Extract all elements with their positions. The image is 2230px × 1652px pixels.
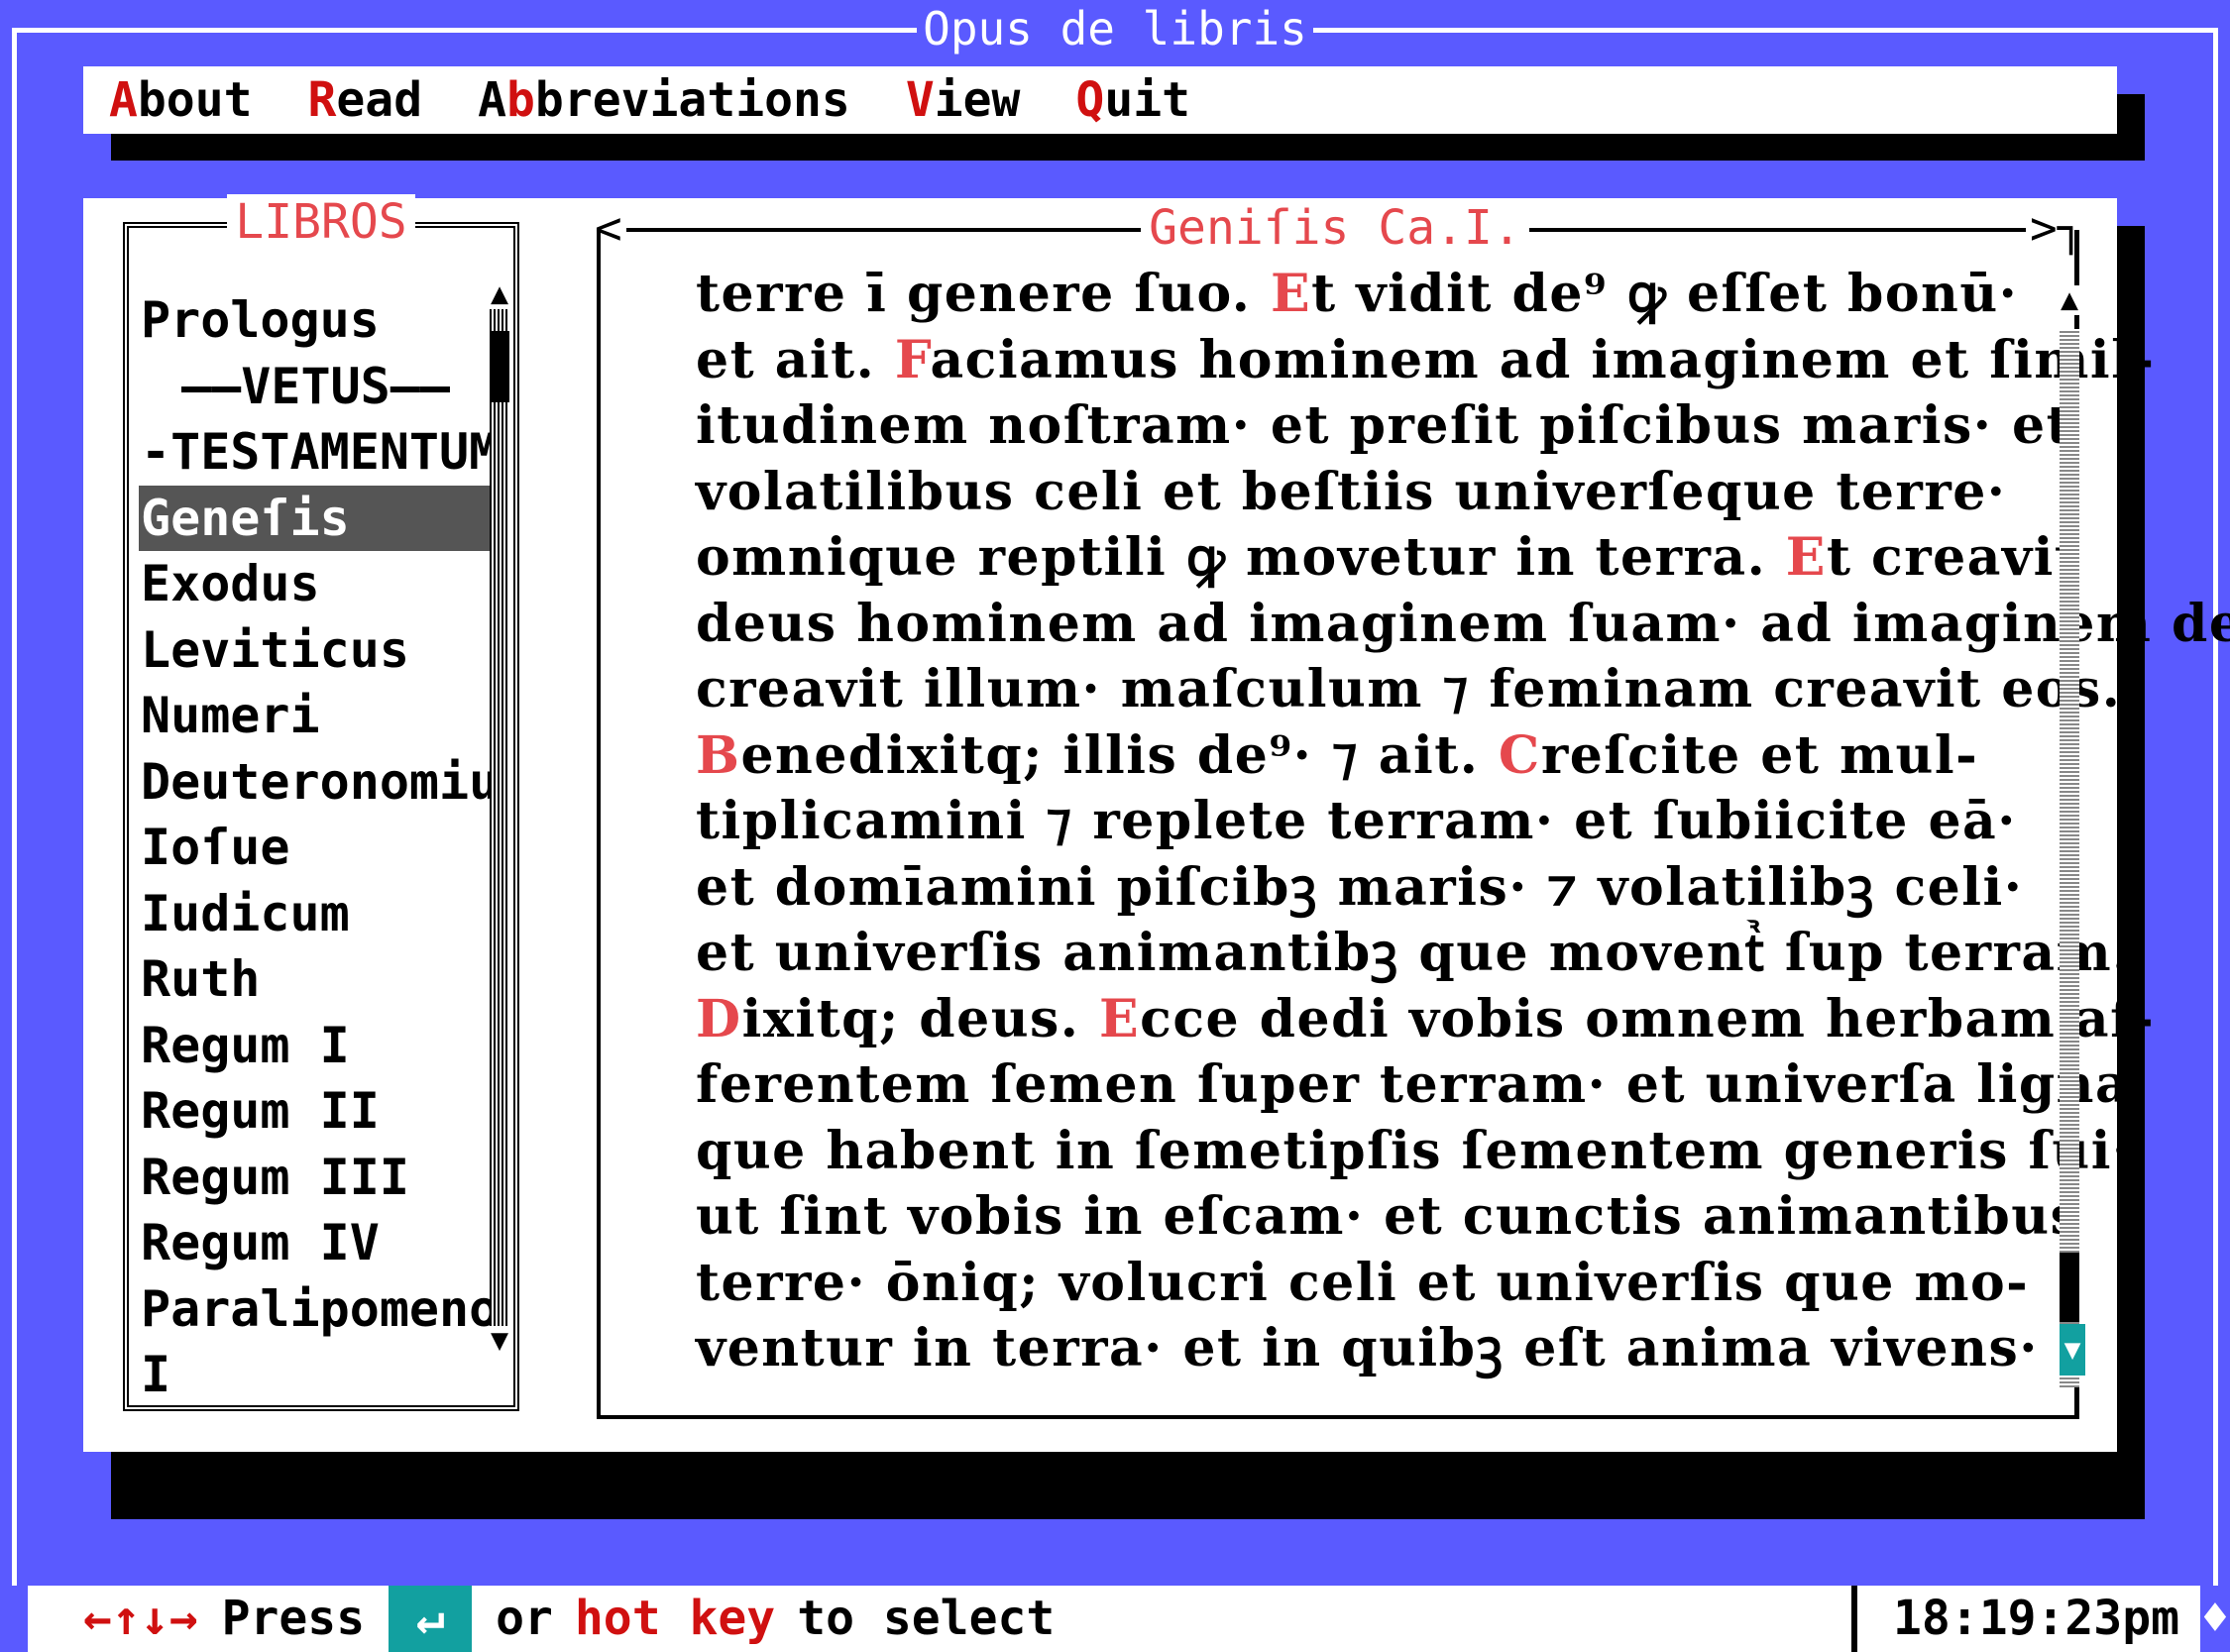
app-title: Opus de libris (0, 0, 2230, 57)
text-line: volatilibus celi et beſtiis univerſeque … (696, 461, 2007, 522)
text-line: et univerſis animantibꝫ que moventᷣ ſup … (696, 923, 2132, 983)
menu-item-3[interactable]: View (880, 72, 1021, 128)
text-line: terre· ōniq; volucri celi et univerſis q… (696, 1252, 2030, 1313)
text-line: ventur in terra· et in quibꝫ eſt anima v… (696, 1318, 2039, 1378)
scroll-down-arrow-icon[interactable]: ▼ (488, 1326, 511, 1356)
text-line: Benedixitq; illis de⁹· ⁊ ait. Creſcite e… (696, 724, 1979, 786)
text-line: itudinem noſtram· et preſit piſcibus mar… (696, 395, 2072, 456)
book-item[interactable]: Deuteronomium (139, 749, 491, 816)
books-scrollbar[interactable]: ▲ ▼ (488, 279, 511, 1356)
menu-item-2[interactable]: Abbreviations (452, 72, 850, 128)
menu-bar: About Read Abbreviations View Quit (83, 66, 2117, 134)
scroll-up-arrow-icon[interactable]: ▲ (488, 279, 511, 309)
menu-item-0[interactable]: About (83, 72, 253, 128)
book-item[interactable]: Prologus (139, 287, 491, 354)
chapter-text: terre ī genere ſuo. Et vidit de⁹ ꝙ eſſet… (696, 262, 2230, 1382)
books-panel-title: LIBROS (129, 194, 513, 250)
outer-border-right (2213, 28, 2218, 1586)
main-panel: LIBROS Prologus ——VETUS—— -TESTAMENTUM- Gen… (83, 194, 2230, 1452)
book-item[interactable]: Iudicum (139, 881, 491, 947)
text-scrollbar[interactable]: ▲ ▼ (2058, 285, 2085, 1387)
book-item[interactable]: Ruth (139, 946, 491, 1013)
text-line: que habent in ſemetipſis ſementem generi… (696, 1120, 2132, 1181)
text-line: deus hominem ad imaginem ſuam· ad imagin… (696, 593, 2230, 654)
book-item[interactable]: Regum II (139, 1078, 491, 1145)
menu-item-4[interactable]: Quit (1050, 72, 1190, 128)
status-bar: ←↑↓→ Press ↵ or hot key to select 18:19:… (28, 1586, 2230, 1652)
book-item[interactable]: Paralipomenon (139, 1276, 491, 1343)
clock: 18:19:23pm (1893, 1591, 2179, 1646)
text-scroll-up-arrow-icon[interactable]: ▲ (2058, 285, 2081, 315)
text-line: Dixitq; deus. Ecce dedi vobis omnem herb… (696, 988, 2156, 1049)
status-to-select: to select (797, 1591, 1056, 1646)
enter-key-icon: ↵ (389, 1586, 473, 1652)
text-line: tiplicamini ⁊ replete terram· et ſubiici… (696, 791, 2017, 851)
book-item[interactable]: Exodus (139, 551, 491, 617)
text-scroll-thumb[interactable] (2060, 1253, 2079, 1322)
book-item[interactable]: Numeri (139, 683, 491, 749)
arrow-keys-icon: ←↑↓→ (83, 1591, 198, 1646)
text-line: et ait. Faciamus hominem ad imaginem et … (696, 329, 2156, 390)
status-press: Press (221, 1591, 366, 1646)
book-item[interactable]: Ioſue (139, 815, 491, 881)
book-item[interactable]: Geneſis (139, 485, 491, 551)
clock-separator (1851, 1586, 1857, 1652)
book-item[interactable]: ——VETUS—— (139, 354, 491, 420)
book-item[interactable]: Regum III (139, 1145, 491, 1211)
book-item[interactable]: Leviticus (139, 617, 491, 684)
book-item[interactable]: I (139, 1342, 491, 1408)
status-or: or (496, 1591, 553, 1646)
text-line: ferentem ſemen ſuper terram· et univerſa… (696, 1054, 2131, 1115)
text-scroll-down-arrow-icon[interactable]: ▼ (2060, 1324, 2085, 1376)
books-scroll-thumb[interactable] (490, 331, 509, 402)
book-item[interactable]: -TESTAMENTUM- (139, 419, 491, 486)
text-line: et domīamini piſcibꝫ maris· ⁊ volatilibꝫ… (696, 856, 2024, 918)
diamond-icon: ♦ (2200, 1586, 2230, 1652)
outer-border-left (12, 28, 17, 1586)
text-line: omnique reptili ꝙ movetur in terra. Et c… (696, 527, 2080, 588)
text-line: ut ſint vobis in eſcam· et cunctis anima… (696, 1186, 2081, 1247)
book-item[interactable]: Regum IV (139, 1210, 491, 1276)
book-item[interactable]: Regum I (139, 1013, 491, 1079)
books-panel: LIBROS Prologus ——VETUS—— -TESTAMENTUM- Gen… (123, 194, 519, 1411)
menu-item-1[interactable]: Read (282, 72, 423, 128)
status-hot-key: hot key (574, 1591, 776, 1646)
text-line: creavit illum· maſculum ⁊ feminam creavi… (696, 659, 2122, 719)
text-line: terre ī genere ſuo. Et vidit de⁹ ꝙ eſſet… (696, 264, 2019, 324)
book-list[interactable]: Prologus ——VETUS—— -TESTAMENTUM- Geneſis Exo… (139, 287, 491, 1408)
